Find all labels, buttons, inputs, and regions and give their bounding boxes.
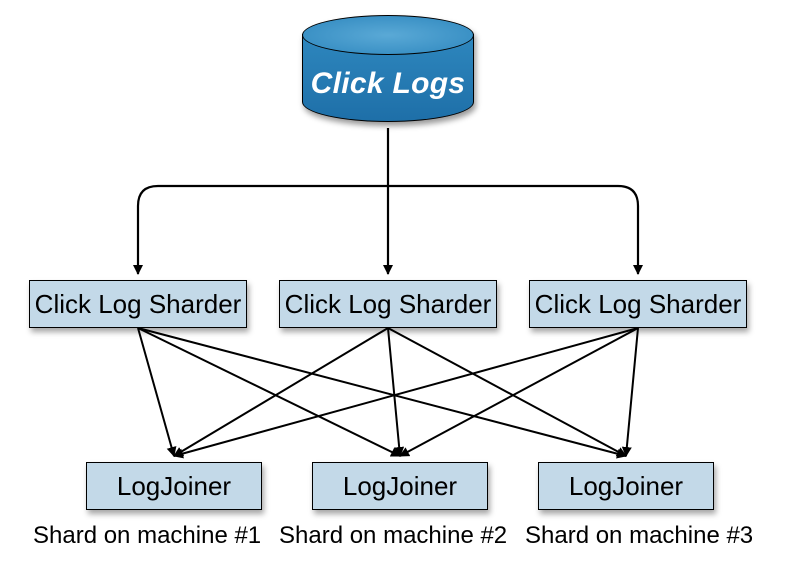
joiner-label: LogJoiner (343, 471, 457, 502)
sharder-box-1: Click Log Sharder (29, 280, 247, 328)
footer-label-1: Shard on machine #1 (33, 522, 261, 550)
cylinder-top (302, 15, 474, 55)
joiner-label: LogJoiner (569, 471, 683, 502)
data-source-label: Click Logs (302, 67, 474, 101)
footer-label-3: Shard on machine #3 (525, 522, 753, 550)
sharder-label: Click Log Sharder (535, 289, 742, 320)
sharder-label: Click Log Sharder (285, 289, 492, 320)
joiner-label: LogJoiner (117, 471, 231, 502)
data-source-cylinder: Click Logs (302, 15, 474, 125)
sharder-box-3: Click Log Sharder (529, 280, 747, 328)
joiner-box-1: LogJoiner (86, 462, 262, 510)
sharder-label: Click Log Sharder (35, 289, 242, 320)
sharder-box-2: Click Log Sharder (279, 280, 497, 328)
joiner-box-3: LogJoiner (538, 462, 714, 510)
sharding-diagram: Click Logs Click Log Sharder Click Log S… (0, 0, 795, 570)
footer-label-2: Shard on machine #2 (279, 522, 507, 550)
joiner-box-2: LogJoiner (312, 462, 488, 510)
